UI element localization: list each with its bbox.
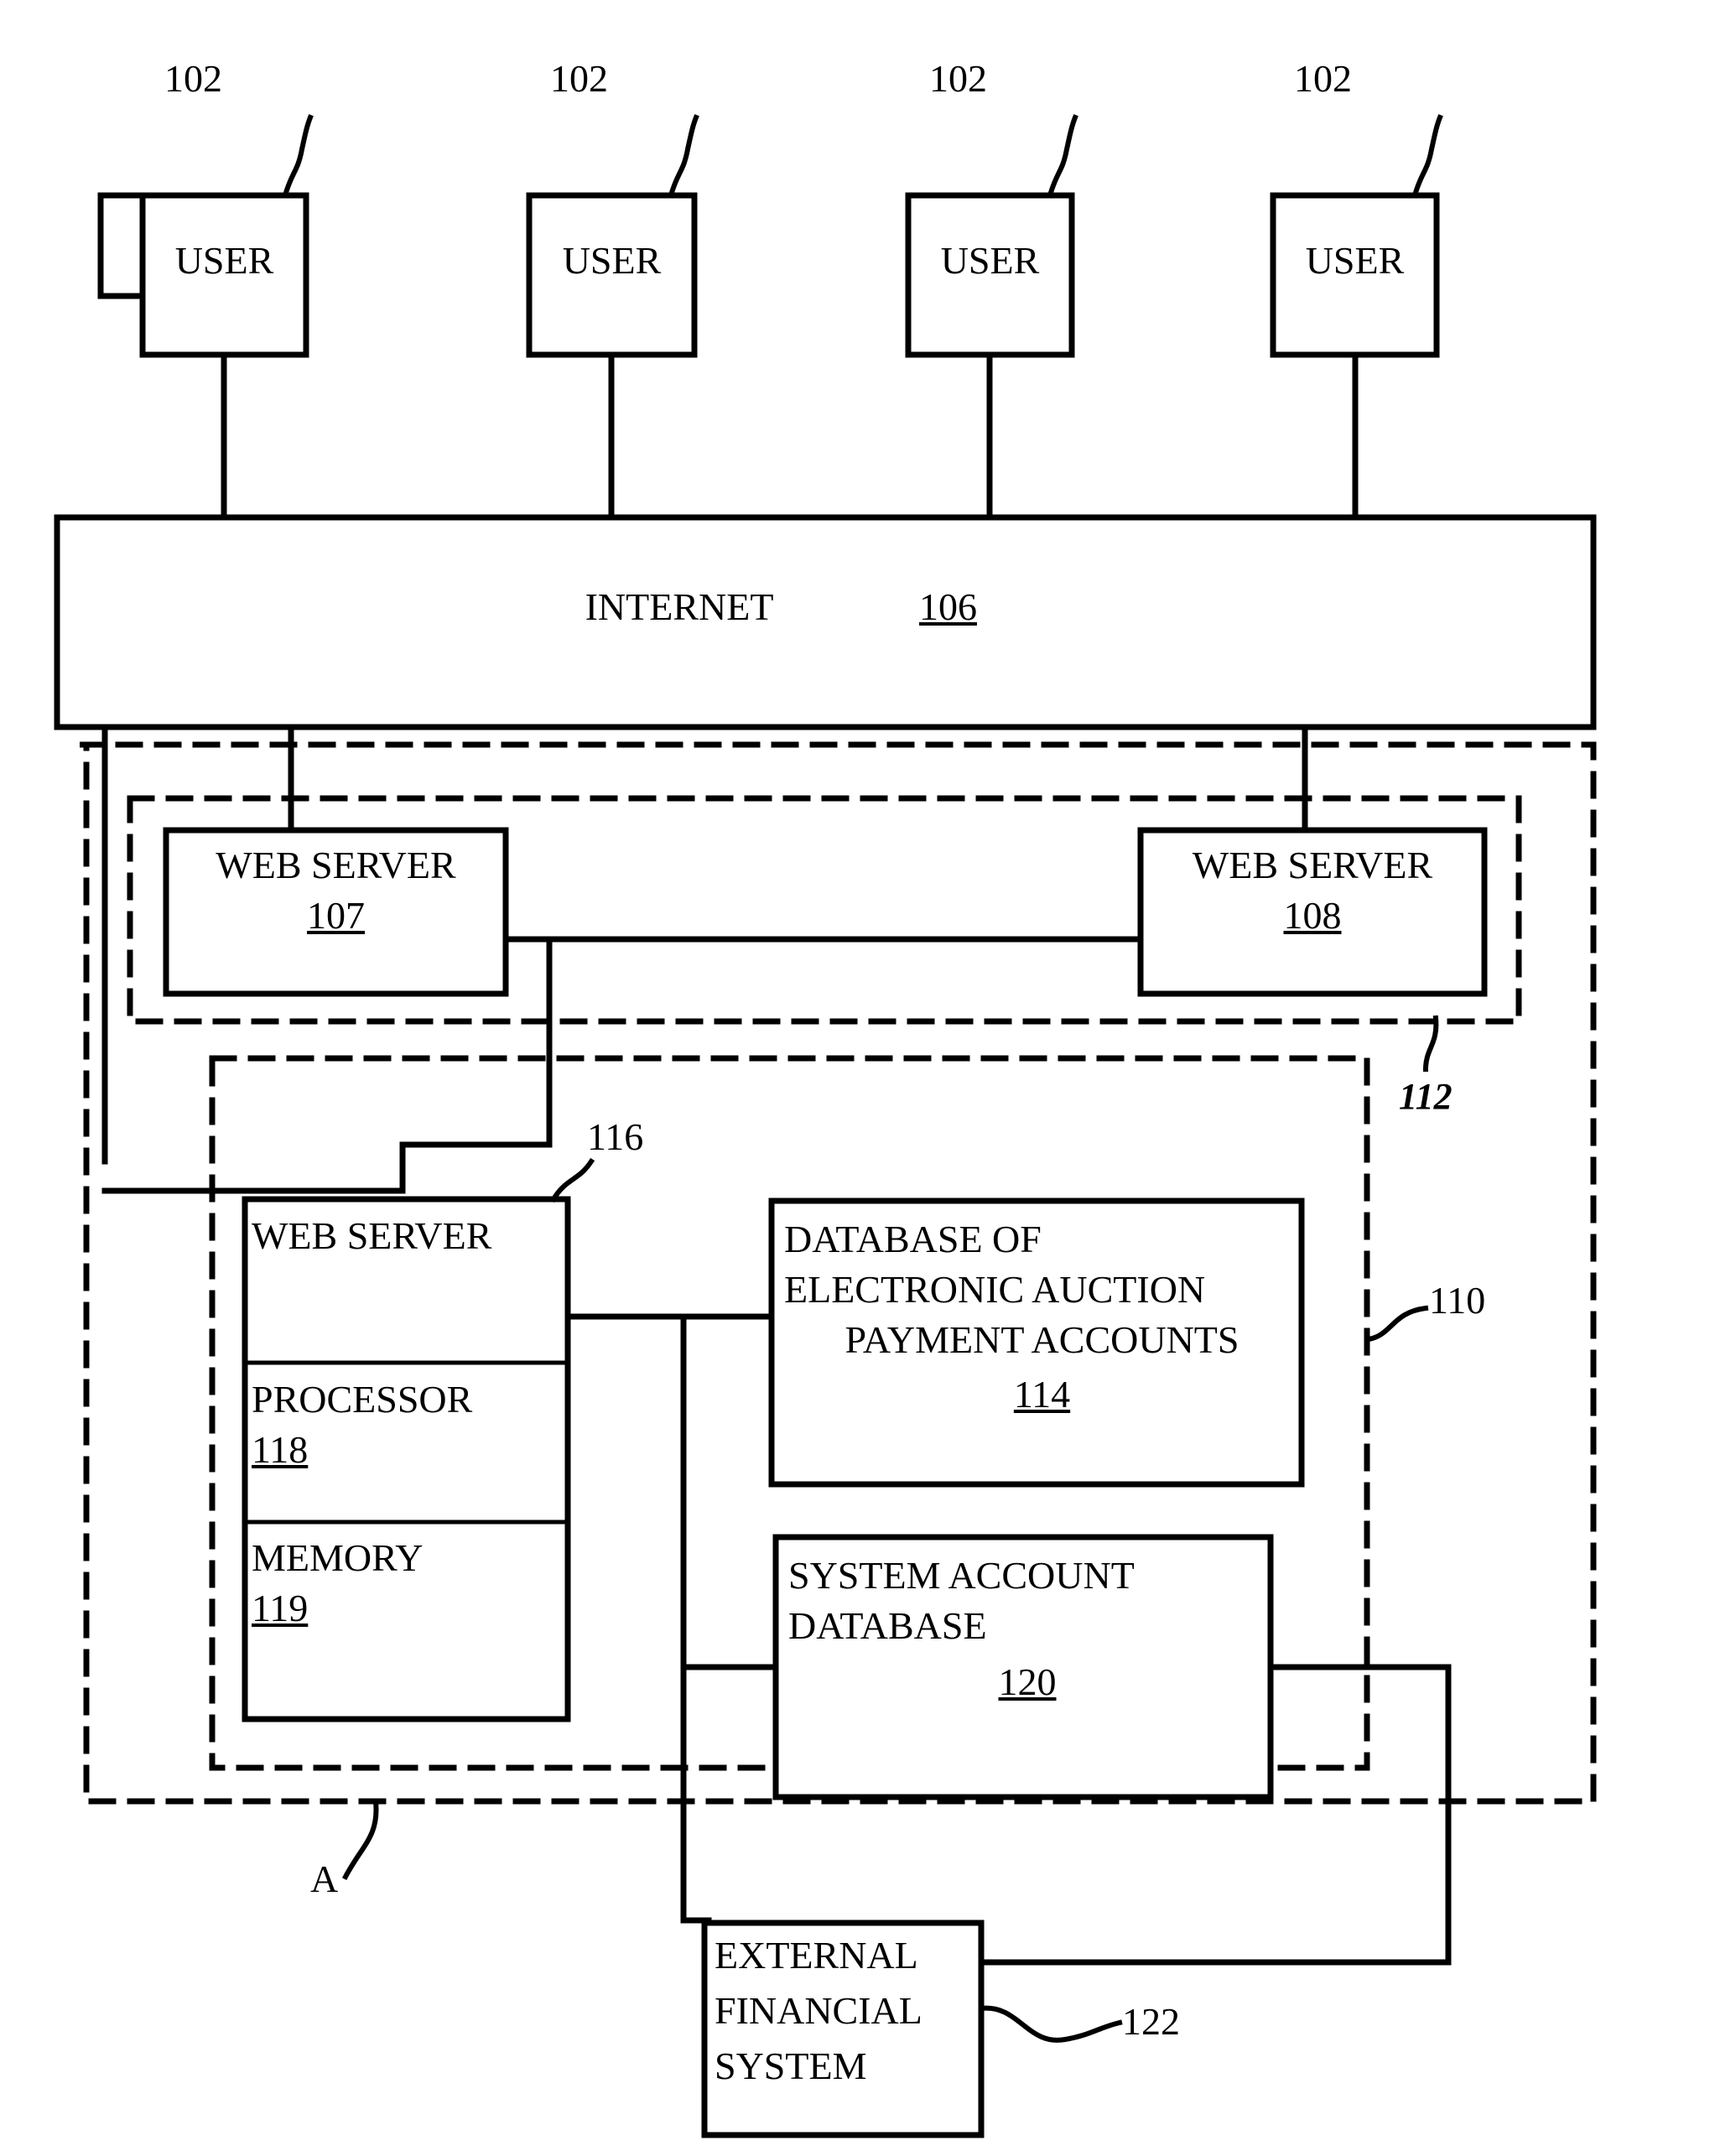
user-label-2: USER [562, 239, 662, 282]
user-label-1: USER [174, 239, 274, 282]
efs-line1: EXTERNAL [715, 1934, 918, 1977]
web-server-107-label: WEB SERVER [216, 844, 456, 886]
ref-112: 112 [1399, 1076, 1453, 1117]
leader-116 [549, 1157, 595, 1203]
efs-line2: FINANCIAL [715, 1989, 922, 2032]
web-server-108-label: WEB SERVER [1192, 844, 1433, 886]
leader-A [341, 1798, 379, 1881]
processor-label: PROCESSOR [252, 1378, 473, 1421]
auction-db-ref: 114 [1013, 1373, 1071, 1416]
ref-102-1: 102 [164, 57, 222, 100]
leader-102-3 [1047, 114, 1078, 199]
efs-line3: SYSTEM [715, 2044, 867, 2087]
internet-label: INTERNET [585, 585, 774, 628]
ref-122: 122 [1122, 2000, 1180, 2043]
ref-102-3: 102 [929, 57, 987, 100]
leader-122 [978, 2005, 1123, 2043]
leader-112 [1422, 1015, 1439, 1073]
auction-db-line1: DATABASE OF [784, 1218, 1042, 1260]
leader-102-2 [668, 114, 699, 199]
web-server-107-ref: 107 [307, 894, 365, 937]
auction-db-line2: ELECTRONIC AUCTION [784, 1268, 1206, 1311]
auction-db-line3: PAYMENT ACCOUNTS [845, 1318, 1239, 1361]
system-account-db-line2: DATABASE [788, 1604, 987, 1647]
user-label-4: USER [1305, 239, 1405, 282]
ref-102-2: 102 [550, 57, 608, 100]
user-label-3: USER [940, 239, 1040, 282]
link-116-step [101, 1166, 406, 1194]
leader-102-1 [282, 114, 314, 199]
system-account-db-line1: SYSTEM ACCOUNT [788, 1554, 1135, 1597]
internet-ref: 106 [919, 585, 977, 628]
leader-110 [1365, 1305, 1429, 1343]
patent-figure: 102 102 102 102 USER USER USER USER INTE… [0, 0, 1715, 2156]
processor-ref: 118 [252, 1428, 309, 1471]
leader-102-4 [1411, 114, 1443, 199]
system-account-db-ref: 120 [998, 1660, 1057, 1703]
web-server-116-label: WEB SERVER [252, 1214, 492, 1257]
ref-102-4: 102 [1294, 57, 1352, 100]
figure-lines [54, 114, 1597, 2138]
ref-110: 110 [1429, 1279, 1486, 1322]
memory-ref: 119 [252, 1587, 309, 1629]
web-server-108-ref: 108 [1283, 894, 1342, 937]
memory-label: MEMORY [252, 1536, 424, 1579]
ref-A: A [310, 1857, 339, 1900]
ref-116: 116 [587, 1115, 644, 1158]
